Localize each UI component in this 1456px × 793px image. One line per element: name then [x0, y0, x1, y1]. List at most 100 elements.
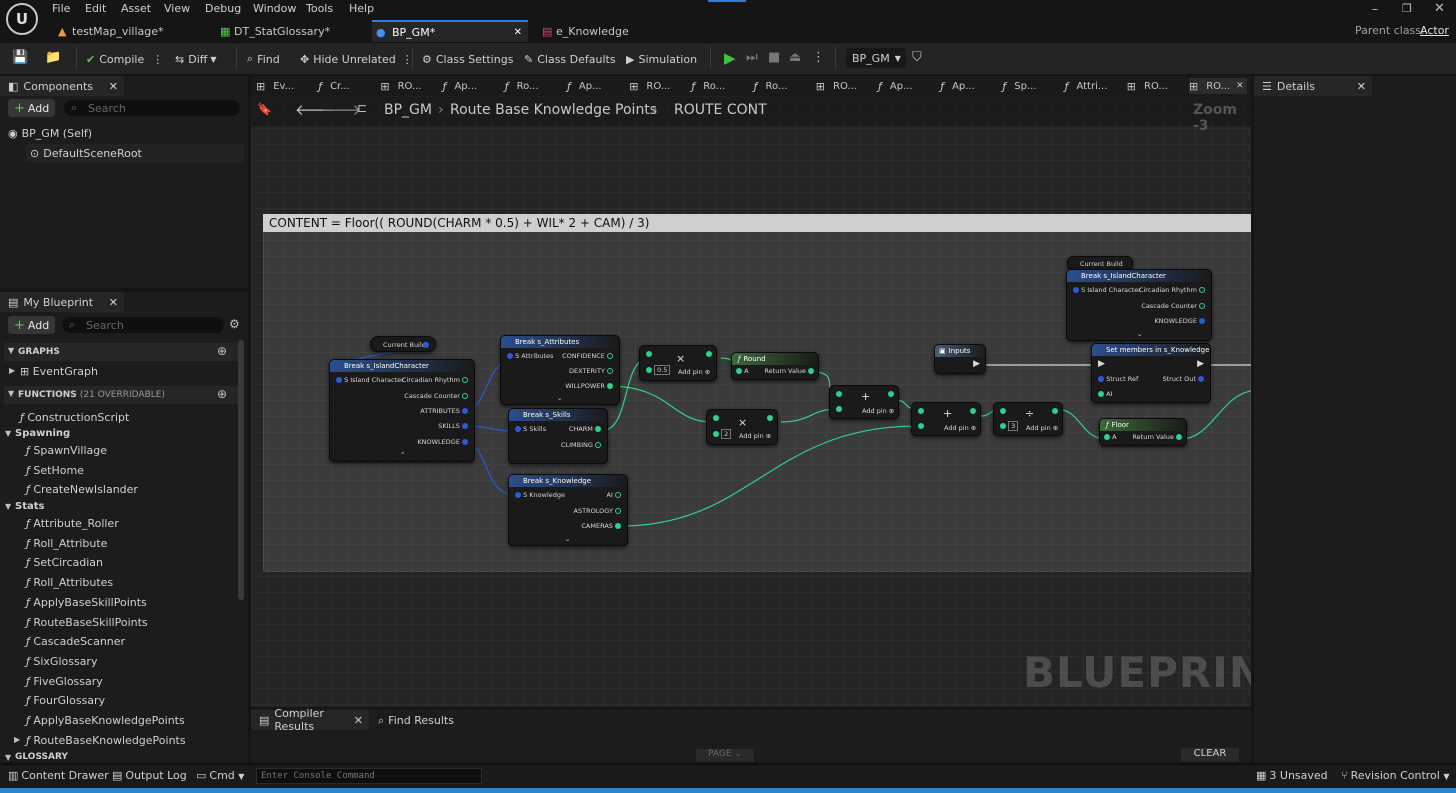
close-window-icon[interactable]: ✕	[1434, 1, 1445, 16]
simulation-button[interactable]: ▶ Simulation	[626, 50, 697, 68]
pin-cameras[interactable]: CAMERAS	[581, 522, 621, 530]
pin-output[interactable]	[767, 414, 773, 422]
pin-b[interactable]: 0.5	[646, 365, 671, 375]
clear-button[interactable]: CLEAR	[1181, 748, 1239, 762]
pin-a[interactable]: A	[736, 367, 749, 375]
inputs-node[interactable]: ▣ Inputs ▶	[934, 344, 986, 374]
menu-view[interactable]: View	[164, 2, 190, 15]
break-island-character-node-right[interactable]: Break s_IslandCharacter S Island Charact…	[1066, 269, 1212, 341]
graph-canvas[interactable]: 🔖 🡐 🡒 ⊏ BP_GM › Route Base Knowledge Poi…	[251, 96, 1251, 707]
function-item[interactable]: ƒ SpawnVillage	[26, 444, 107, 457]
output-log-button[interactable]: ▤ Output Log	[112, 769, 187, 782]
debug-filter-icon[interactable]: ⛉	[912, 50, 922, 65]
hide-unrelated-button[interactable]: ✥ Hide Unrelated ⋮	[300, 50, 413, 68]
break-skills-node[interactable]: Break s_Skills S Skills CHARM CLIMBING	[508, 408, 608, 464]
close-tab-icon[interactable]: ✕	[1236, 81, 1244, 91]
find-results-tab[interactable]: ⌕ Find Results	[378, 714, 454, 728]
pin-charm[interactable]: CHARM	[569, 425, 601, 433]
pin-cascade-counter[interactable]: Cascade Counter	[1141, 302, 1205, 310]
pin-s-island-character[interactable]: S Island Character	[336, 376, 404, 384]
menu-help[interactable]: Help	[349, 2, 374, 15]
pin-return-value[interactable]: Return Value	[764, 367, 814, 375]
add-pin-button[interactable]: Add pin ⊕	[678, 368, 710, 376]
add-pin-button[interactable]: Add pin ⊕	[944, 424, 976, 432]
content-drawer-button[interactable]: ▥ Content Drawer	[8, 769, 109, 782]
pin-return-value[interactable]: Return Value	[1132, 433, 1182, 441]
add-pin-button[interactable]: Add pin ⊕	[862, 407, 894, 415]
graph-tab-4[interactable]: ƒ Ro...	[505, 78, 563, 94]
restore-icon[interactable]: ❐	[1402, 2, 1412, 15]
function-item[interactable]: ƒ Attribute_Roller	[26, 517, 119, 530]
graph-tab-1[interactable]: ƒ Cr...	[318, 78, 376, 94]
function-item[interactable]: ƒ RouteBaseKnowledgePoints	[26, 734, 186, 747]
pin-cascade-counter[interactable]: Cascade Counter	[404, 392, 468, 400]
menu-tools[interactable]: Tools	[306, 2, 333, 15]
pin-b[interactable]: 3	[1000, 421, 1019, 431]
page-button[interactable]: PAGE ⌄	[696, 749, 754, 762]
gear-icon[interactable]: ⚙	[229, 317, 240, 331]
close-icon[interactable]: ✕	[354, 714, 363, 727]
class-defaults-button[interactable]: ✎ Class Defaults	[524, 50, 616, 68]
construction-script-item[interactable]: ƒ ConstructionScript	[20, 411, 129, 424]
pin-astrology[interactable]: ASTROLOGY	[574, 507, 621, 515]
menu-debug[interactable]: Debug	[205, 2, 241, 15]
function-item[interactable]: ƒ ApplyBaseSkillPoints	[26, 596, 147, 609]
pin-exec-in[interactable]: ▶	[1098, 359, 1105, 369]
graph-tab-2[interactable]: ⊞ RO...	[380, 78, 438, 94]
pin-a[interactable]	[1000, 407, 1006, 415]
graph-tab-10[interactable]: ƒ Ap...	[878, 78, 936, 94]
pin-knowledge[interactable]: KNOWLEDGE	[1154, 317, 1205, 325]
pin-circadian-rhythm[interactable]: Circadian Rhythm	[1139, 286, 1205, 294]
pin-a[interactable]	[836, 390, 842, 398]
find-button[interactable]: ⌕ Find	[247, 50, 280, 68]
function-item[interactable]: ƒ CreateNewIslander	[26, 483, 138, 496]
pin-b[interactable]	[836, 405, 842, 413]
browse-icon[interactable]: 📁	[45, 50, 61, 65]
revision-control-button[interactable]: ⑂ Revision Control ▼	[1341, 769, 1450, 782]
pin-s-skills[interactable]: S Skills	[515, 425, 546, 433]
chevron-right-icon[interactable]: ▶	[9, 366, 15, 375]
pin-output[interactable]	[888, 390, 894, 398]
pin-s-attributes[interactable]: S Attributes	[507, 352, 553, 360]
add-node-second[interactable]: + Add pin ⊕	[911, 402, 981, 436]
function-item[interactable]: ƒ CascadeScanner	[26, 635, 125, 648]
graph-tab-6[interactable]: ⊞ RO...	[629, 78, 687, 94]
component-default-scene-root[interactable]: ⊙ DefaultSceneRoot	[26, 144, 244, 162]
blueprint-scrollbar[interactable]	[238, 340, 244, 600]
minimize-icon[interactable]: –	[1372, 2, 1378, 16]
play-icon[interactable]: ▶	[724, 49, 736, 67]
spawning-category[interactable]: Spawning	[15, 428, 70, 439]
tab-e-knowledge[interactable]: ▤ e_Knowledge	[540, 20, 690, 42]
class-settings-button[interactable]: ⚙ Class Settings	[422, 50, 513, 68]
pin-s-island-character[interactable]: S Island Character	[1073, 286, 1141, 294]
chevron-right-icon[interactable]: ▶	[14, 735, 20, 744]
add-node-first[interactable]: + Add pin ⊕	[829, 385, 899, 419]
pin-ai[interactable]: AI	[607, 491, 621, 499]
function-item[interactable]: ƒ SetHome	[26, 464, 84, 477]
collapse-node-icon[interactable]: ⌃	[400, 451, 405, 459]
component-self[interactable]: ◉ BP_GM (Self)	[8, 127, 92, 140]
graph-tab-11[interactable]: ƒ Ap...	[940, 78, 998, 94]
graph-tab-0[interactable]: ⊞ Ev...	[256, 78, 314, 94]
graph-tab-13[interactable]: ƒ Attri...	[1065, 78, 1123, 94]
pin-a[interactable]	[646, 350, 652, 358]
break-knowledge-node[interactable]: Break s_Knowledge S Knowledge AI ASTROLO…	[508, 474, 628, 546]
add-component-button[interactable]: + Add	[8, 99, 56, 117]
function-item[interactable]: ƒ SetCircadian	[26, 556, 103, 569]
close-icon[interactable]: ✕	[109, 80, 118, 93]
add-blueprint-item-button[interactable]: + Add	[8, 316, 56, 334]
stop-icon[interactable]: ■	[768, 50, 780, 65]
current-build-node-right[interactable]: Current Build	[1067, 256, 1133, 270]
expand-node-icon[interactable]: ⌄	[565, 535, 570, 543]
close-icon[interactable]: ✕	[109, 296, 118, 309]
pin-dexterity[interactable]: DEXTERITY	[569, 367, 613, 375]
stats-category[interactable]: Stats	[15, 501, 44, 512]
diff-button[interactable]: ⇆ Diff ▼	[175, 50, 216, 68]
function-item[interactable]: ƒ FourGlossary	[26, 694, 105, 707]
tab-bp-gm[interactable]: ● BP_GM* ✕	[372, 20, 528, 42]
cmd-select[interactable]: ▭ Cmd ▼	[196, 769, 244, 782]
tab-testmap[interactable]: ▲ testMap_village*	[56, 20, 206, 42]
expand-node-icon[interactable]: ⌄	[557, 394, 562, 402]
tab-statglossary[interactable]: ▦ DT_StatGlossary*	[218, 20, 368, 42]
menu-asset[interactable]: Asset	[121, 2, 151, 15]
